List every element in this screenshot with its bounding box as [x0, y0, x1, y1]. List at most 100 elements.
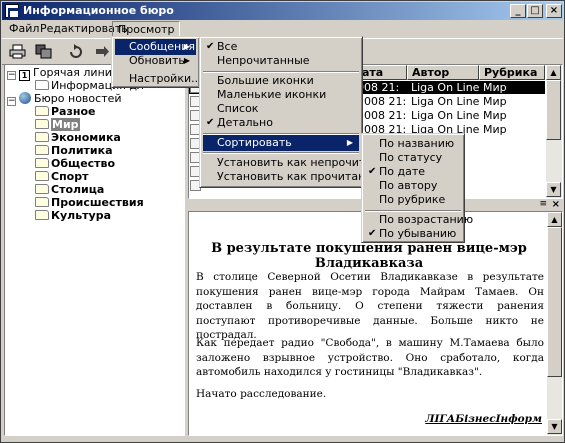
menu-item-refresh[interactable]: Обновить ▶ [115, 53, 196, 69]
check-icon: ✔ [368, 228, 377, 239]
menu-item-sort-rubric[interactable]: По рубрике [365, 192, 461, 208]
folder-icon [35, 158, 49, 168]
close-button[interactable]: × [546, 4, 562, 18]
tree-item-hotline[interactable]: −1 Горячая линия [7, 66, 119, 81]
tree-item-ekonomika[interactable]: Экономика [35, 131, 121, 144]
hotline-icon: 1 [19, 70, 30, 81]
menu-item-unread[interactable]: Непрочитанные [203, 53, 359, 69]
tree-item-sport[interactable]: Спорт [35, 170, 88, 183]
folder-icon [35, 132, 49, 142]
row-author: Liga On Line [411, 95, 479, 108]
menu-item-label: Непрочитанные [217, 54, 310, 67]
expander-icon[interactable]: − [7, 97, 16, 106]
row-date: 008 21: [357, 81, 400, 94]
print-icon [9, 44, 26, 59]
menu-item-details[interactable]: ✔ Детально [203, 115, 359, 131]
document-icon [35, 80, 49, 90]
row-author: Liga On Line [411, 81, 479, 94]
maximize-button[interactable]: □ [527, 4, 543, 18]
tree-item-kultura[interactable]: Культура [35, 209, 111, 222]
row-rubric: Мир [483, 109, 507, 122]
tree-item-label: Происшествия [51, 196, 144, 209]
close-icon[interactable]: × [552, 199, 560, 210]
tree-item-obshchestvo[interactable]: Общество [35, 157, 115, 170]
tree-item-proisshestviya[interactable]: Происшествия [35, 196, 144, 209]
article-paragraph: Начато расследование. [196, 388, 327, 400]
column-header-author[interactable]: Автор [407, 65, 479, 80]
open-folder-icon [35, 119, 49, 129]
menu-item-label: Детально [217, 116, 273, 129]
row-rubric: Мир [483, 95, 507, 108]
tree-item-label: Общество [51, 157, 116, 170]
tree-item-bureau[interactable]: − Бюро новостей [7, 92, 122, 106]
app-icon [5, 4, 20, 19]
scroll-down-icon[interactable]: ▼ [546, 182, 561, 197]
row-date: 2008 21: [357, 109, 407, 122]
row-date: 2008 21: [357, 95, 407, 108]
title-bar: Информационное бюро _ □ × [2, 2, 563, 20]
tree-item-stolitsa[interactable]: Столица [35, 183, 104, 196]
tree-item-raznoe[interactable]: Разное [35, 105, 96, 118]
scroll-up-icon[interactable]: ▲ [546, 65, 561, 80]
forward-icon [96, 46, 109, 57]
pin-icon[interactable]: ≡ [539, 199, 547, 210]
article-paragraph: Как передает радио "Свобода", в машину М… [196, 337, 544, 378]
globe-icon [19, 92, 31, 104]
tree-item-label: Мир [51, 118, 80, 131]
refresh-icon [70, 44, 82, 58]
column-header-rubric[interactable]: Рубрика [479, 65, 545, 80]
menu-item-label: Настройки... [129, 72, 202, 85]
menu-item-sort-descending[interactable]: ✔ По убыванию [365, 226, 461, 242]
menu-item-sort[interactable]: Сортировать ▶ [203, 135, 359, 151]
refresh-button[interactable] [65, 41, 88, 63]
scroll-up-icon[interactable]: ▲ [547, 212, 562, 227]
messages-submenu: ✔ Все Непрочитанные Большие иконки Мален… [199, 36, 400, 188]
folder-icon [35, 106, 49, 116]
menu-item-settings[interactable]: Настройки... [115, 71, 202, 87]
menu-separator [203, 152, 359, 154]
tree-item-label: Столица [51, 183, 105, 196]
row-rubric: Мир [483, 123, 507, 136]
article-scrollbar[interactable]: ▲ ▼ [547, 212, 562, 435]
view-menu: Сообщения ▶ Обновить ▶ Настройки... [111, 36, 202, 88]
scroll-thumb[interactable] [546, 80, 561, 140]
submenu-arrow-icon: ▶ [346, 138, 353, 147]
tree-item-label: Разное [51, 105, 96, 118]
menu-item-label: Сортировать [217, 136, 292, 149]
minimize-button[interactable]: _ [510, 4, 526, 18]
scroll-thumb[interactable] [547, 227, 562, 377]
row-rubric: Мир [483, 81, 507, 94]
window-title: Информационное бюро [23, 4, 174, 17]
article-paragraph: В столице Северной Осетии Владикавказе в… [196, 271, 544, 341]
menu-item-mark-read[interactable]: Установить как прочитанное [203, 169, 386, 185]
tree-item-label: Бюро новостей [34, 92, 122, 105]
tree-item-label: Политика [51, 144, 113, 157]
folder-icon [35, 197, 49, 207]
check-icon: ✔ [206, 117, 215, 128]
folder-tree: −1 Горячая линия Информация дл − Бюро ново… [4, 64, 185, 436]
tree-item-label: Горячая линия [33, 66, 119, 79]
menu-item-label: Обновить [129, 54, 185, 67]
article-signature: ЛІГАБізнесІнформ [425, 413, 542, 425]
print-button[interactable] [6, 41, 29, 63]
scroll-down-icon[interactable]: ▼ [547, 419, 562, 434]
tree-item-mir[interactable]: Мир [35, 118, 80, 131]
article-view: В результате покушения ранен вице-мэр Вл… [188, 211, 563, 436]
tree-item-label: Спорт [51, 170, 89, 183]
tree-item-label: Экономика [51, 131, 121, 144]
tree-item-label: Культура [51, 209, 112, 222]
folder-icon [35, 145, 49, 155]
expander-icon[interactable]: − [7, 71, 16, 80]
menu-view[interactable]: Просмотр [112, 21, 181, 37]
submenu-arrow-icon: ▶ [183, 56, 190, 65]
folder-icon [35, 171, 49, 181]
app-window: Информационное бюро _ □ × Файл Редактиро… [0, 0, 565, 443]
list-scrollbar[interactable]: ▲ ▼ [546, 65, 562, 198]
folder-icon [35, 210, 49, 220]
menu-item-label: По убыванию [379, 227, 457, 240]
tree-item-politika[interactable]: Политика [35, 144, 113, 157]
column-header-date[interactable]: ата [357, 65, 407, 80]
copy-icon [35, 44, 52, 59]
article-title: В результате покушения ранен вице-мэр Вл… [211, 241, 527, 271]
copy-button[interactable] [32, 41, 55, 63]
